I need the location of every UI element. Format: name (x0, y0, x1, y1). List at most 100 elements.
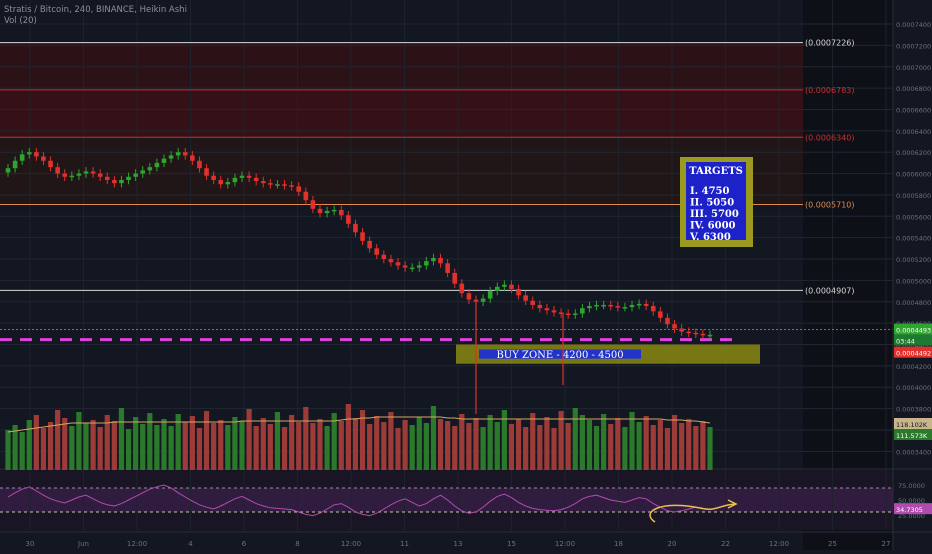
candle-body (19, 154, 25, 161)
volume-bar (437, 419, 444, 470)
volume-bar (686, 419, 692, 470)
candle-body (303, 191, 309, 201)
volume-bar (47, 422, 54, 470)
level-label: (0.0007226) (805, 39, 855, 48)
candle-body (353, 223, 358, 233)
volume-bar (253, 426, 259, 470)
volume-bar (423, 423, 429, 470)
volume-bar (62, 418, 68, 470)
volume-indicator-label: Vol (20) (4, 16, 37, 26)
volume-bar (537, 425, 543, 470)
candle-body (133, 173, 138, 177)
price-chart[interactable]: (0.0007226) (0.0006783) (0.0006340) (0.0005… (0, 0, 932, 550)
time-tick-label: 11 (400, 540, 409, 548)
candle-body (310, 200, 316, 209)
price-tick-label: 0.0006800 (896, 85, 931, 93)
volume-bar (161, 419, 167, 470)
candle-body (650, 306, 656, 312)
time-tick-label: 15 (507, 540, 516, 548)
volume-bar (33, 415, 39, 470)
time-tick-label: 20 (668, 540, 677, 548)
volume-bar (168, 426, 174, 470)
candle-body (282, 184, 287, 186)
chart-header: Stratis / Bitcoin, 240, BINANCE, Heikin … (4, 5, 187, 27)
candle-body (565, 313, 571, 316)
volume-tag-2: 111.573K (896, 432, 928, 440)
price-tick-label: 0.0006000 (896, 171, 931, 179)
volume-bar (593, 426, 600, 470)
target-item: V. 6300 (689, 232, 731, 243)
candle-body (672, 324, 677, 329)
volume-bar (700, 421, 706, 470)
volume-bar (374, 416, 380, 470)
candle-body (218, 179, 224, 185)
volume-bar (260, 418, 266, 470)
time-tick-label: 12:00 (341, 540, 361, 548)
last-price-tag: 0.0004493 (896, 327, 931, 335)
volume-bar (317, 419, 323, 470)
volume-bar (523, 427, 529, 470)
volume-bar (381, 422, 387, 470)
volume-bar (55, 410, 61, 470)
volume-bar (402, 420, 408, 470)
target-item: I. 4750 (690, 186, 730, 197)
candle-body (679, 328, 684, 332)
volume-bar (97, 427, 103, 470)
volume-bar (608, 424, 614, 470)
volume-bar (601, 414, 607, 470)
candle-body (544, 308, 550, 311)
volume-bar (445, 421, 451, 470)
candle-body (431, 257, 436, 262)
candle-body (275, 184, 280, 186)
candle-body (466, 293, 472, 300)
volume-bar (211, 423, 217, 470)
rsi-value-tag: 34.7305 (896, 506, 923, 514)
candle-body (211, 175, 216, 180)
volume-bar (289, 415, 295, 470)
volume-bar (622, 427, 628, 470)
volume-bar (125, 429, 132, 470)
candle-body (317, 208, 323, 214)
price-tick-label: 0.0007400 (896, 21, 931, 29)
candle-body (83, 171, 89, 174)
volume-bar (579, 415, 585, 470)
candle-body (608, 304, 614, 307)
volume-bar (26, 420, 32, 470)
candle-body (76, 173, 82, 176)
candle-body (190, 155, 195, 161)
candle-body (296, 186, 302, 192)
candle-body (97, 173, 103, 177)
volume-bar (83, 423, 89, 470)
volume-bar (409, 425, 415, 470)
candle-body (289, 185, 294, 187)
volume-bar (324, 426, 330, 470)
level-zone-2 (0, 89, 803, 138)
volume-bar (707, 427, 713, 470)
volume-bar (508, 424, 515, 470)
price-tick-label: 0.0006400 (896, 128, 931, 136)
volume-bar (636, 422, 642, 470)
target-item: IV. 6000 (690, 221, 736, 232)
candle-body (487, 291, 493, 299)
candle-body (26, 152, 32, 155)
candle-body (693, 332, 699, 335)
candle-body (5, 168, 11, 173)
candle-body (452, 272, 458, 284)
candle-body (700, 333, 706, 336)
candle-body (239, 175, 245, 178)
volume-bar (480, 427, 486, 470)
volume-bar (544, 417, 550, 470)
time-tick-label: 6 (242, 540, 247, 548)
candle-body (55, 167, 60, 174)
volume-bar (331, 413, 337, 470)
volume-bar (182, 422, 188, 470)
candle-body (34, 152, 39, 157)
volume-bar (352, 418, 359, 470)
volume-bar (154, 425, 160, 470)
price-tick-label: 0.0004000 (896, 384, 931, 392)
candle-body (168, 155, 174, 159)
candle-body (260, 181, 266, 184)
volume-bar (466, 423, 472, 470)
time-tick-label: 12:00 (555, 540, 575, 548)
price-tick-label: 0.0003400 (896, 448, 931, 456)
